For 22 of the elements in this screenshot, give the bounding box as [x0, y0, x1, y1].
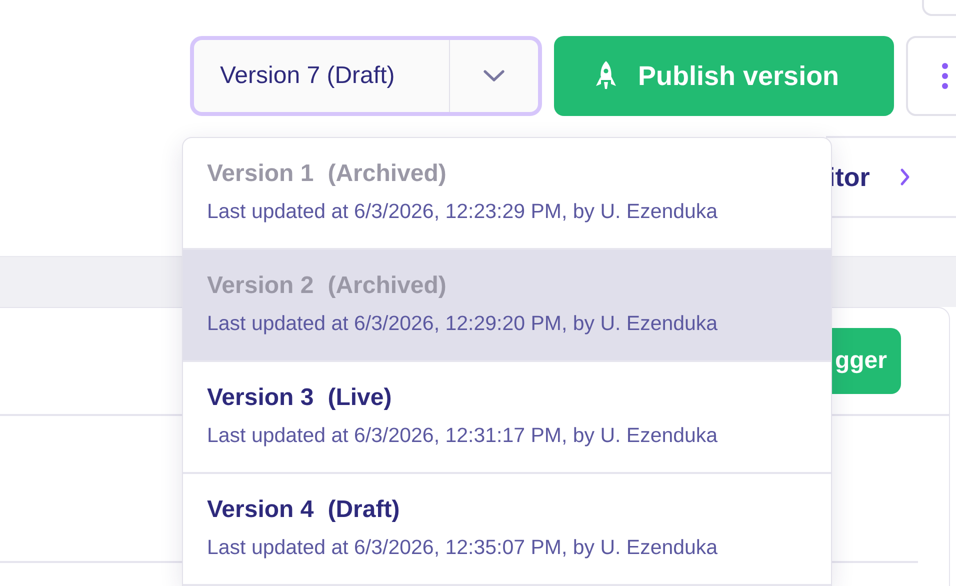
updated-text: Last updated at 6/3/2026, 12:31:17 PM, by U. Ezenduka — [207, 424, 719, 448]
version-option[interactable]: Version 4 (Draft) Last updated at 6/3/2026, 12:35:07 PM, by U. Ezenduka — [183, 474, 831, 586]
more-icon — [941, 62, 949, 90]
version-select[interactable]: Version 7 (Draft) — [190, 36, 542, 116]
version-status: (Live) — [328, 384, 392, 412]
version-title: Version 2 — [207, 272, 314, 300]
more-button[interactable] — [906, 36, 956, 116]
select-value: Version 7 (Draft) — [219, 61, 396, 91]
version-title: Version 4 — [207, 496, 314, 524]
chevron-down-icon — [483, 70, 505, 82]
version-title: Version 3 — [207, 384, 314, 412]
chevron-right-icon — [900, 168, 910, 186]
updated-text: Last updated at 6/3/2026, 12:35:07 PM, by U. Ezenduka — [207, 536, 719, 560]
version-option[interactable]: Version 2 (Archived) Last updated at 6/3/2026, 12:29:20 PM, by U. Ezenduka — [183, 250, 831, 362]
updated-text: Last updated at 6/3/2026, 12:29:20 PM, by U. Ezenduka — [207, 312, 719, 336]
version-status: (Archived) — [328, 160, 446, 188]
version-option[interactable]: Version 3 (Live) Last updated at 6/3/2026, 12:31:17 PM, by U. Ezenduka — [183, 362, 831, 474]
version-title: Version 1 — [207, 160, 314, 188]
rocket-icon — [594, 60, 618, 92]
version-status: (Draft) — [328, 496, 400, 524]
version-status: (Archived) — [328, 272, 446, 300]
updated-text: Last updated at 6/3/2026, 12:23:29 PM, by U. Ezenduka — [207, 200, 719, 224]
